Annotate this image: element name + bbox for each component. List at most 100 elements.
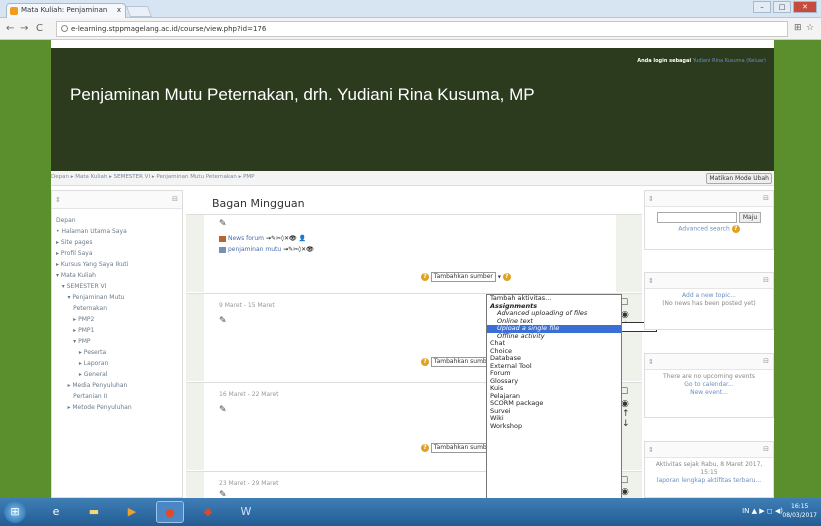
collapse-block-icon[interactable]: ⊟ <box>763 194 769 202</box>
navigation-block: ⇕ ⊟ Depan • Halaman Utama Saya ▸ Site page… <box>51 190 183 498</box>
edit-summary-icon[interactable]: ✎ <box>219 219 227 229</box>
minimize-button[interactable]: – <box>753 1 771 13</box>
url-input[interactable]: e-learning.stppmagelang.ac.id/course/vie… <box>56 21 788 37</box>
move-up-arrow-icon[interactable]: ↑ <box>622 409 630 419</box>
maximize-button[interactable]: □ <box>773 1 791 13</box>
events-block: ⇕ ⊟ There are no upcoming events Go to ca… <box>644 353 774 418</box>
add-topic-link[interactable]: Add a new topic... <box>648 292 770 300</box>
nav-item[interactable]: ▸ Site pages <box>56 237 178 248</box>
forum-icon <box>219 235 226 242</box>
activity-link[interactable]: penjaminan mutu <box>228 246 281 253</box>
tab-close-icon[interactable]: x <box>117 4 121 17</box>
nav-item[interactable]: ▸ PMP2 <box>56 314 178 325</box>
login-user-link[interactable]: Yudiani Rina Kusuma (Keluar) <box>693 58 766 64</box>
hide-eye-icon[interactable]: ◉ <box>621 310 629 320</box>
clock-time: 16:15 <box>791 503 809 510</box>
activity-dropdown-list[interactable]: Tambah aktivitas... Assignments Advanced u… <box>486 294 622 500</box>
hide-eye-icon[interactable]: ◉ <box>621 399 629 409</box>
recent-activity-block: ⇕ ⊟ Aktivitas sejak Rabu, 8 Maret 2017, 1… <box>644 441 774 498</box>
ie-icon[interactable]: e <box>42 501 70 523</box>
hide-eye-icon[interactable]: ◉ <box>621 487 629 497</box>
help-icon[interactable]: ? <box>421 358 429 366</box>
start-button-icon[interactable]: ⊞ <box>4 501 26 523</box>
collapse-block-icon[interactable]: ⊟ <box>763 276 769 284</box>
nav-item[interactable]: ▸ Media Penyuluhan <box>56 380 178 391</box>
search-go-button[interactable]: Maju <box>738 212 762 223</box>
translate-icon[interactable]: ⊞ <box>794 23 802 33</box>
nav-item[interactable]: ▸ Peserta <box>56 347 178 358</box>
help-icon[interactable]: ? <box>502 273 511 281</box>
nav-item[interactable]: ▸ Kursus Yang Saya Ikuti <box>56 259 178 270</box>
help-icon[interactable]: ? <box>421 444 429 452</box>
edit-summary-icon[interactable]: ✎ <box>219 405 227 415</box>
nav-item[interactable]: ▸ Profil Saya <box>56 248 178 259</box>
breadcrumb[interactable]: Depan ▸ Mata Kuliah ▸ SEMESTER VI ▸ Penj… <box>51 174 254 180</box>
file-explorer-icon[interactable]: ▬ <box>80 501 108 523</box>
nav-item[interactable]: ▾ PMP <box>56 336 178 347</box>
collapse-block-icon[interactable]: ⊟ <box>172 195 178 203</box>
word-icon[interactable]: W <box>232 501 260 523</box>
add-resource-select[interactable]: Tambahkan sumber <box>430 272 496 282</box>
week-title: 16 Maret - 22 Maret <box>219 391 279 398</box>
move-block-icon[interactable]: ⇕ <box>648 277 654 285</box>
back-arrow-icon[interactable]: ← <box>6 23 14 34</box>
dropdown-option[interactable]: Glossary <box>487 377 621 386</box>
new-tab-button[interactable] <box>125 6 153 17</box>
browser-tab[interactable]: Mata Kuliah: Penjaminan x <box>6 3 126 18</box>
course-header: Anda login sebagai Yudiani Rina Kusuma (… <box>51 48 774 171</box>
nav-item[interactable]: • Halaman Utama Saya <box>56 226 178 237</box>
app-icon[interactable]: ◆ <box>194 501 222 523</box>
activity-edit-icons[interactable]: →✎✂◊✕👁 <box>283 246 314 253</box>
dropdown-option[interactable]: Survei <box>487 407 621 416</box>
nav-item[interactable]: Pertanian II <box>56 391 178 402</box>
nav-item[interactable]: ▾ Mata Kuliah <box>56 270 178 281</box>
nav-item[interactable]: ▸ PMP1 <box>56 325 178 336</box>
collapse-block-icon[interactable]: ⊟ <box>763 445 769 453</box>
news-block: ⇕ ⊟ Add a new topic... (No news has been … <box>644 272 774 330</box>
dropdown-option[interactable]: Offline activity <box>487 332 621 341</box>
edit-summary-icon[interactable]: ✎ <box>219 316 227 326</box>
nav-item[interactable]: Peternakan <box>56 303 178 314</box>
news-empty-text: (No news has been posted yet) <box>662 300 756 307</box>
full-report-link[interactable]: laporan lengkap aktifitas terbaru... <box>648 477 770 485</box>
activity-news-forum[interactable]: News forum →✎✂◊✕👁 👤 <box>219 235 306 242</box>
bookmark-star-icon[interactable]: ☆ <box>806 23 814 33</box>
nav-item[interactable]: ▸ Metode Penyuluhan <box>56 402 178 413</box>
activity-penjaminan-mutu[interactable]: penjaminan mutu →✎✂◊✕👁 <box>219 246 314 253</box>
login-prefix: Anda login sebagai <box>637 58 692 64</box>
help-icon[interactable]: ? <box>421 273 429 281</box>
url-text: e-learning.stppmagelang.ac.id/course/vie… <box>71 25 267 33</box>
move-down-arrow-icon[interactable]: ↓ <box>622 419 630 429</box>
advanced-search-link[interactable]: Advanced search <box>678 226 729 233</box>
help-icon[interactable]: ? <box>731 225 740 233</box>
forward-arrow-icon[interactable]: → <box>20 23 28 34</box>
nav-item[interactable]: ▸ General <box>56 369 178 380</box>
nav-item[interactable]: ▸ Laporan <box>56 358 178 369</box>
system-tray[interactable]: IN ▲ ▶ ◻ ◀) <box>742 507 783 515</box>
activity-link[interactable]: News forum <box>228 235 264 242</box>
media-player-icon[interactable]: ▶ <box>118 501 146 523</box>
dropdown-option[interactable]: Workshop <box>487 422 621 431</box>
reload-icon[interactable]: C <box>36 23 43 34</box>
calendar-link[interactable]: Go to calendar... <box>648 381 770 389</box>
info-icon <box>61 25 68 32</box>
move-block-icon[interactable]: ⇕ <box>648 195 654 203</box>
activity-edit-icons[interactable]: →✎✂◊✕👁 👤 <box>266 235 306 242</box>
close-window-button[interactable]: ✕ <box>793 1 817 13</box>
move-block-icon[interactable]: ⇕ <box>55 196 61 204</box>
general-section: ✎ News forum →✎✂◊✕👁 👤 penjaminan mutu →✎… <box>186 214 642 292</box>
new-event-link[interactable]: New event... <box>648 389 770 397</box>
week-title: 9 Maret - 15 Maret <box>219 302 275 309</box>
course-title: Penjaminan Mutu Peternakan, drh. Yudiani… <box>70 85 535 104</box>
chrome-icon[interactable]: ● <box>156 501 184 523</box>
nav-item[interactable]: ▾ Penjaminan Mutu <box>56 292 178 303</box>
collapse-block-icon[interactable]: ⊟ <box>763 357 769 365</box>
edit-mode-button[interactable]: Matikan Mode Ubah <box>706 173 772 184</box>
clock-date: 08/03/2017 <box>782 512 817 519</box>
clock[interactable]: 16:15 08/03/2017 <box>782 502 817 520</box>
nav-item[interactable]: Depan <box>56 215 178 226</box>
search-forums-input[interactable] <box>656 212 737 223</box>
move-block-icon[interactable]: ⇕ <box>648 446 654 454</box>
nav-item[interactable]: ▾ SEMESTER VI <box>56 281 178 292</box>
move-block-icon[interactable]: ⇕ <box>648 358 654 366</box>
